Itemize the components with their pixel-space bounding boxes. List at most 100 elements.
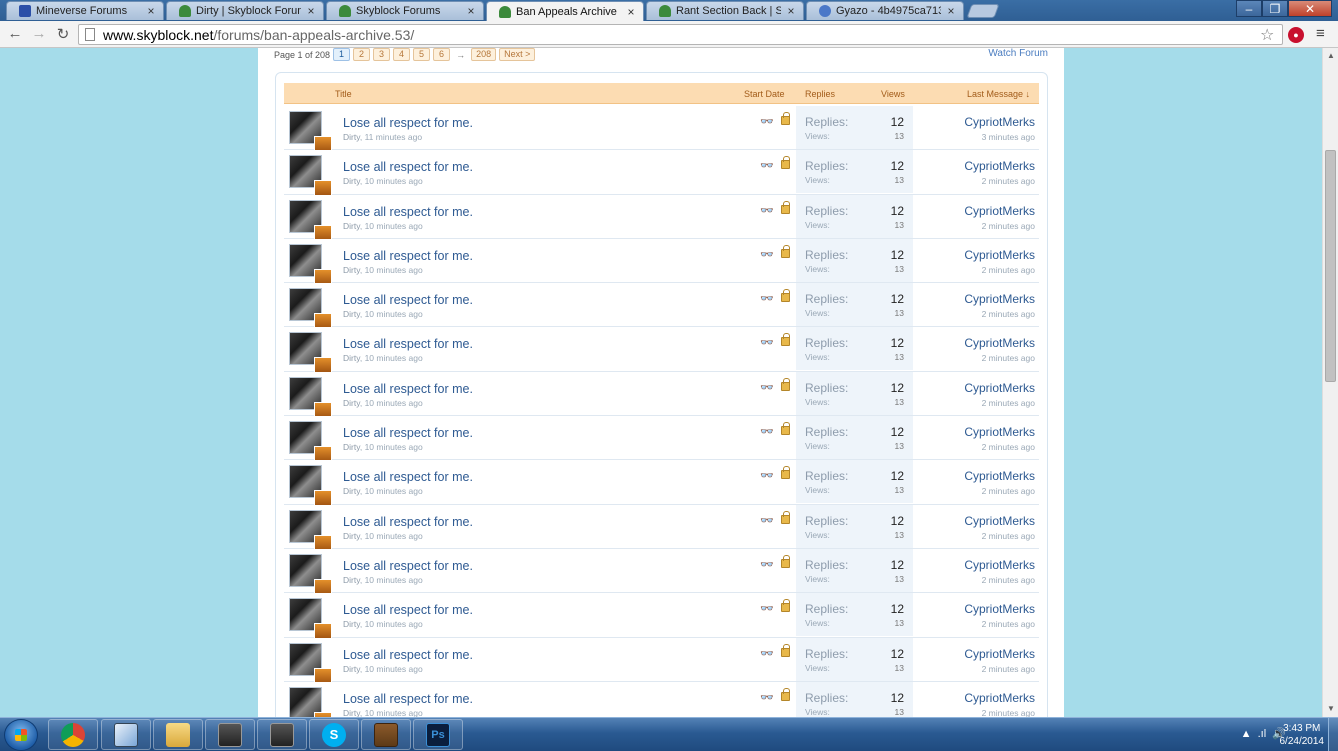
thread-start-time[interactable]: 10 minutes ago [365, 265, 423, 275]
clock[interactable]: 3:43 PM 6/24/2014 [1280, 722, 1325, 748]
last-post-time[interactable]: 2 minutes ago [982, 398, 1035, 408]
header-views[interactable]: Views [881, 89, 905, 99]
taskbar-app-button[interactable] [361, 719, 411, 750]
thread-author-link[interactable]: Dirty [343, 132, 360, 142]
thread-start-time[interactable]: 10 minutes ago [365, 353, 423, 363]
avatar[interactable] [289, 421, 332, 463]
close-tab-icon[interactable]: × [465, 4, 477, 18]
taskbar-app-button[interactable]: S [309, 719, 359, 750]
back-arrow-icon[interactable]: ← [5, 25, 25, 42]
avatar[interactable] [289, 376, 332, 418]
thread-title-link[interactable]: Lose all respect for me. [343, 470, 473, 484]
last-post-time[interactable]: 2 minutes ago [982, 619, 1035, 629]
thread-title-link[interactable]: Lose all respect for me. [343, 692, 473, 706]
thread-title-link[interactable]: Lose all respect for me. [343, 205, 473, 219]
thread-author-link[interactable]: Dirty [343, 353, 360, 363]
avatar[interactable] [289, 243, 332, 285]
thread-author-link[interactable]: Dirty [343, 575, 360, 585]
thread-author-link[interactable]: Dirty [343, 176, 360, 186]
thread-author-link[interactable]: Dirty [343, 619, 360, 629]
header-replies[interactable]: Replies [805, 89, 835, 99]
thread-title-link[interactable]: Lose all respect for me. [343, 426, 473, 440]
thread-start-time[interactable]: 10 minutes ago [365, 221, 423, 231]
address-bar[interactable]: www.skyblock.net /forums/ban-appeals-arc… [78, 24, 1283, 45]
thread-title-link[interactable]: Lose all respect for me. [343, 337, 473, 351]
thread-author-link[interactable]: Dirty [343, 398, 360, 408]
thread-start-time[interactable]: 10 minutes ago [365, 176, 423, 186]
close-tab-icon[interactable]: × [145, 4, 157, 18]
thread-author-link[interactable]: Dirty [343, 442, 360, 452]
last-poster-link[interactable]: CypriotMerks [964, 647, 1035, 661]
thread-author-link[interactable]: Dirty [343, 309, 360, 319]
thread-author-link[interactable]: Dirty [343, 486, 360, 496]
scroll-thumb[interactable] [1325, 150, 1336, 382]
avatar[interactable] [289, 288, 332, 330]
last-post-time[interactable]: 2 minutes ago [982, 664, 1035, 674]
avatar[interactable] [289, 509, 332, 551]
thread-start-time[interactable]: 10 minutes ago [365, 486, 423, 496]
thread-author-link[interactable]: Dirty [343, 221, 360, 231]
last-poster-link[interactable]: CypriotMerks [964, 469, 1035, 483]
last-poster-link[interactable]: CypriotMerks [964, 115, 1035, 129]
taskbar-app-button[interactable] [101, 719, 151, 750]
last-poster-link[interactable]: CypriotMerks [964, 558, 1035, 572]
show-desktop-button[interactable] [1328, 718, 1338, 751]
thread-title-link[interactable]: Lose all respect for me. [343, 559, 473, 573]
browser-tab[interactable]: Dirty | Skyblock Forums × [166, 1, 324, 20]
last-post-time[interactable]: 2 minutes ago [982, 176, 1035, 186]
page-link[interactable]: 2 [353, 48, 371, 61]
header-start-date[interactable]: Start Date [744, 89, 785, 99]
last-post-time[interactable]: 2 minutes ago [982, 221, 1035, 231]
last-poster-link[interactable]: CypriotMerks [964, 159, 1035, 173]
last-poster-link[interactable]: CypriotMerks [964, 336, 1035, 350]
thread-start-time[interactable]: 10 minutes ago [365, 664, 423, 674]
page-link[interactable]: 3 [373, 48, 391, 61]
last-poster-link[interactable]: CypriotMerks [964, 602, 1035, 616]
page-link-last[interactable]: 208 [471, 48, 497, 61]
avatar[interactable] [289, 598, 332, 640]
thread-author-link[interactable]: Dirty [343, 265, 360, 275]
taskbar-app-button[interactable] [48, 719, 98, 750]
forward-arrow-icon[interactable]: → [29, 25, 49, 42]
last-post-time[interactable]: 2 minutes ago [982, 575, 1035, 585]
taskbar-app-button[interactable]: Ps [413, 719, 463, 750]
extension-icon[interactable]: ● [1288, 27, 1304, 43]
close-tab-icon[interactable]: × [945, 4, 957, 18]
thread-start-time[interactable]: 10 minutes ago [365, 531, 423, 541]
start-button[interactable] [4, 719, 38, 751]
thread-start-time[interactable]: 10 minutes ago [365, 708, 423, 717]
last-poster-link[interactable]: CypriotMerks [964, 248, 1035, 262]
last-post-time[interactable]: 2 minutes ago [982, 708, 1035, 717]
avatar[interactable] [289, 686, 332, 717]
scroll-down-arrow-icon[interactable]: ▼ [1323, 701, 1338, 717]
bookmark-star-icon[interactable]: ☆ [1260, 25, 1274, 45]
reload-icon[interactable]: ↻ [53, 25, 73, 43]
restore-button[interactable]: ❐ [1262, 0, 1288, 17]
thread-start-time[interactable]: 10 minutes ago [365, 398, 423, 408]
last-post-time[interactable]: 3 minutes ago [982, 132, 1035, 142]
chrome-menu-icon[interactable]: ≡ [1316, 25, 1325, 42]
avatar[interactable] [289, 155, 332, 197]
avatar[interactable] [289, 111, 332, 152]
last-poster-link[interactable]: CypriotMerks [964, 204, 1035, 218]
thread-title-link[interactable]: Lose all respect for me. [343, 515, 473, 529]
last-poster-link[interactable]: CypriotMerks [964, 381, 1035, 395]
header-title[interactable]: Title [335, 89, 352, 99]
page-scrollbar[interactable]: ▲ ▼ [1322, 48, 1338, 717]
avatar[interactable] [289, 332, 332, 374]
page-link[interactable]: 5 [413, 48, 431, 61]
thread-author-link[interactable]: Dirty [343, 664, 360, 674]
taskbar-app-button[interactable] [153, 719, 203, 750]
close-tab-icon[interactable]: × [785, 4, 797, 18]
thread-start-time[interactable]: 10 minutes ago [365, 619, 423, 629]
avatar[interactable] [289, 553, 332, 595]
last-post-time[interactable]: 2 minutes ago [982, 265, 1035, 275]
thread-title-link[interactable]: Lose all respect for me. [343, 116, 473, 130]
last-post-time[interactable]: 2 minutes ago [982, 442, 1035, 452]
last-post-time[interactable]: 2 minutes ago [982, 486, 1035, 496]
close-tab-icon[interactable]: × [305, 4, 317, 18]
taskbar-app-button[interactable] [257, 719, 307, 750]
thread-start-time[interactable]: 11 minutes ago [365, 132, 423, 142]
thread-title-link[interactable]: Lose all respect for me. [343, 603, 473, 617]
thread-title-link[interactable]: Lose all respect for me. [343, 293, 473, 307]
